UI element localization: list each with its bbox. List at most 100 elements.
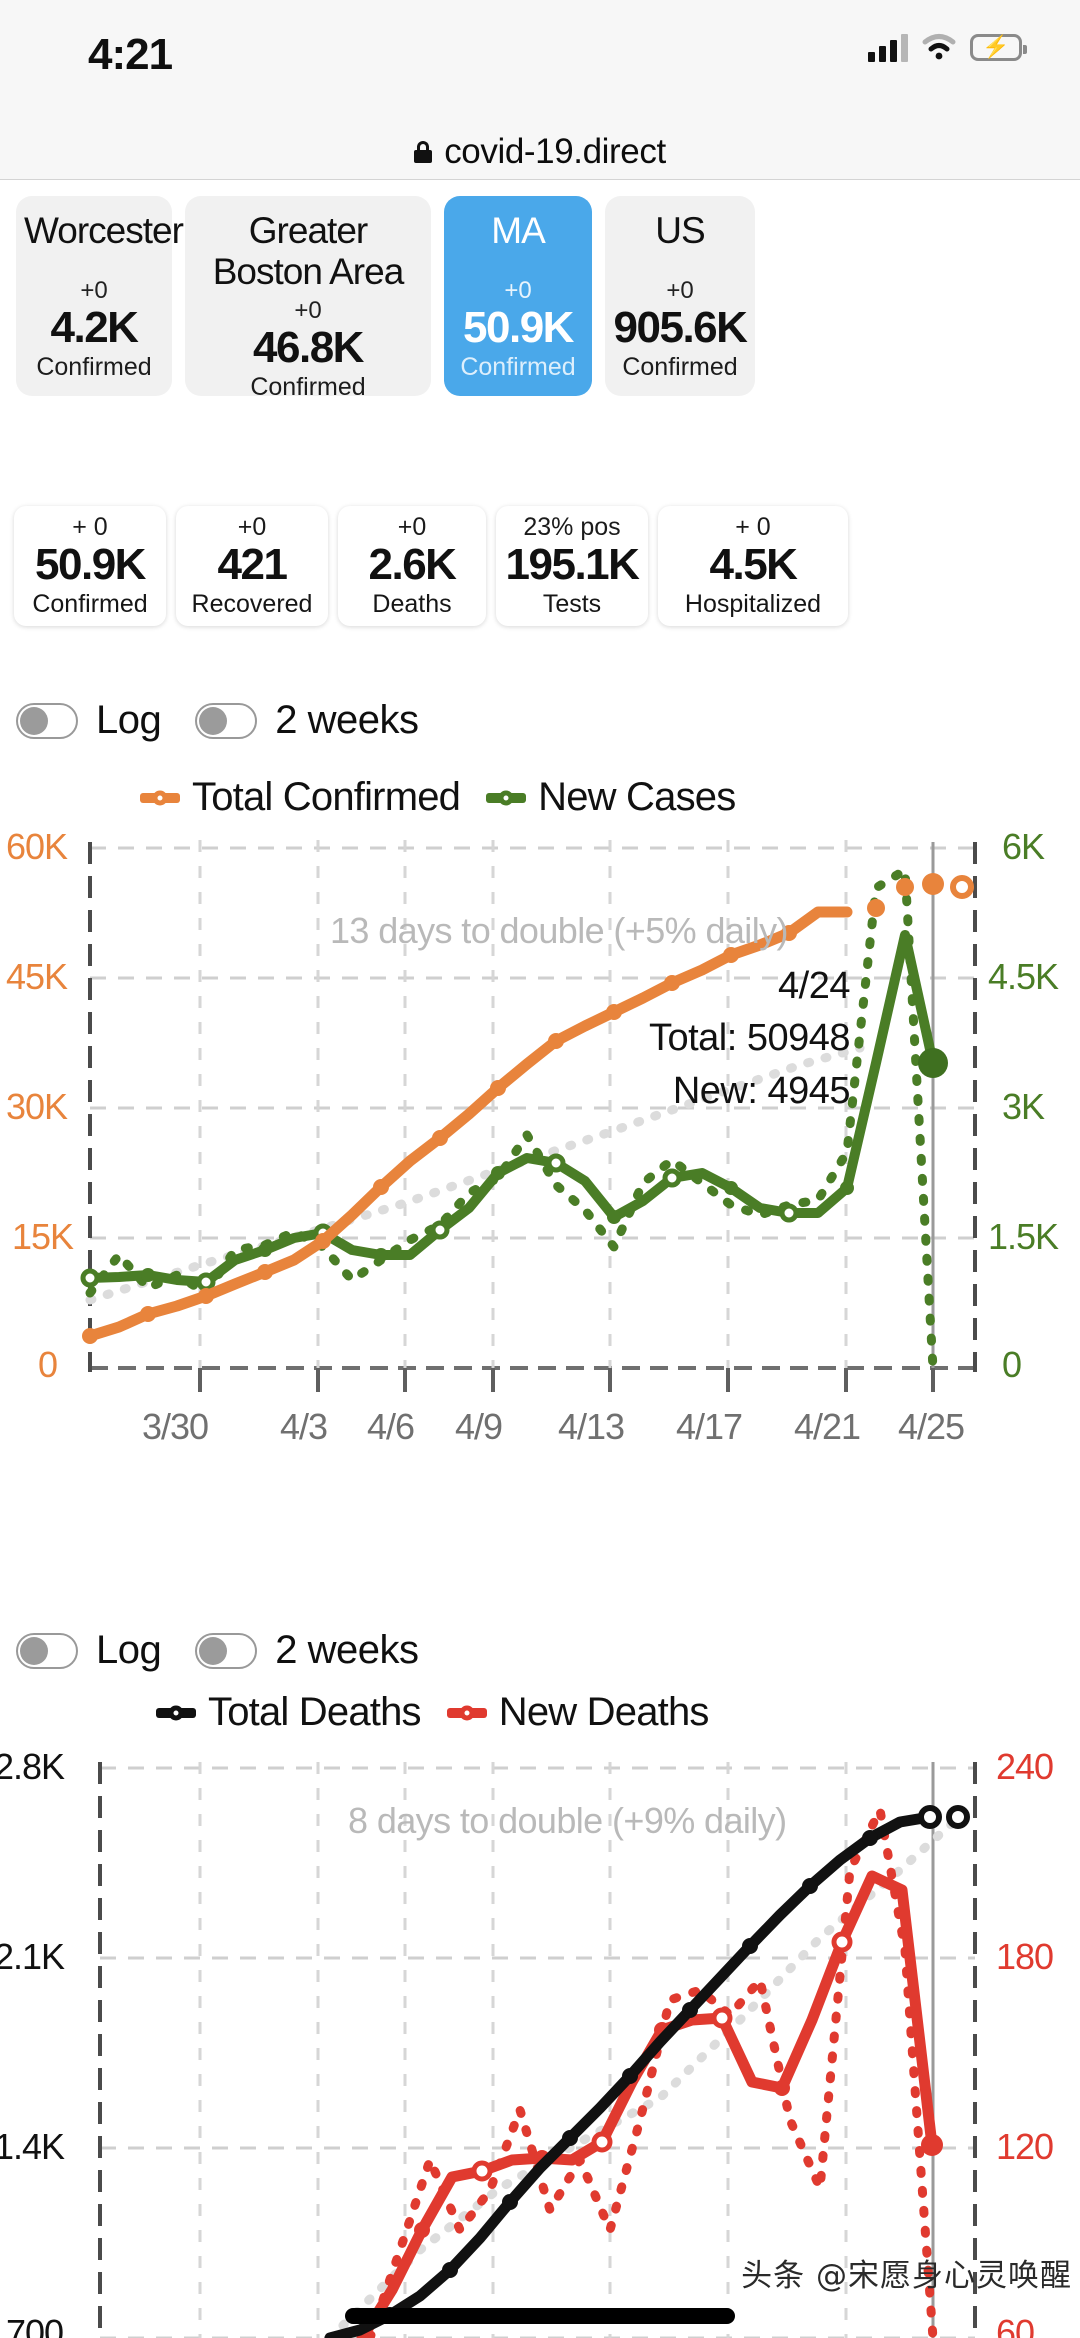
legend-marker-total-confirmed	[140, 790, 180, 805]
stat-card-recovered[interactable]: +0 421 Recovered	[176, 506, 328, 626]
app-root: 4:21 ⚡ covid-19.direct Worcester +0 4.2K…	[0, 0, 1080, 2338]
location-delta: +0	[80, 276, 108, 304]
legend-item-total-deaths: Total Deaths	[156, 1690, 422, 1735]
location-selector: Worcester +0 4.2K Confirmed Greater Bost…	[16, 196, 755, 401]
cases-y-left-tick-45k: 45K	[6, 956, 68, 997]
browser-url-bar[interactable]: covid-19.direct	[0, 125, 1080, 180]
location-name: MA	[491, 210, 546, 251]
location-delta: +0	[504, 276, 532, 304]
location-delta: +0	[666, 276, 694, 304]
cases-tooltip-new: New: 4945	[672, 1069, 851, 1112]
location-value: 50.9K	[463, 302, 574, 352]
cellular-bars-icon	[868, 32, 908, 62]
deaths-log-toggle-group: Log	[16, 1628, 162, 1673]
stat-value: 195.1K	[505, 540, 640, 590]
stat-value: 2.6K	[368, 540, 457, 590]
cases-x-tick-6: 4/21	[794, 1406, 861, 1447]
location-name: Worcester	[24, 210, 184, 251]
location-label: Confirmed	[622, 353, 738, 381]
status-bar-indicators: ⚡	[868, 32, 1027, 62]
deaths-log-toggle[interactable]	[16, 1632, 78, 1669]
cases-x-tick-7: 4/25	[898, 1406, 965, 1447]
cases-tooltip-total: Total: 50948	[648, 1017, 851, 1060]
stat-card-confirmed[interactable]: + 0 50.9K Confirmed	[14, 506, 166, 626]
lock-icon	[414, 141, 433, 163]
legend-label-new-cases: New Cases	[538, 775, 736, 819]
deaths-log-label: Log	[96, 1628, 162, 1672]
stat-card-tests[interactable]: 23% pos 195.1K Tests	[496, 506, 648, 626]
cases-y-right-tick-4.5k: 4.5K	[988, 956, 1059, 997]
cases-chart-legend: Total Confirmed New Cases	[140, 775, 736, 820]
url-text: covid-19.direct	[444, 132, 666, 171]
location-label: Confirmed	[460, 353, 576, 381]
cases-y-right-tick-1.5k: 1.5K	[988, 1216, 1059, 1257]
watermark: 头条 @宋愿身心灵唤醒	[741, 2258, 1072, 2294]
deaths-y-left-tick-2.1k: 2.1K	[0, 1936, 65, 1977]
cases-chart[interactable]: Total Confirmed New Cases 60K 45K 30K 15…	[0, 760, 1080, 1550]
cases-x-tick-2: 4/6	[367, 1406, 415, 1447]
legend-item-new-deaths: New Deaths	[446, 1690, 709, 1735]
location-card-worcester[interactable]: Worcester +0 4.2K Confirmed	[16, 196, 184, 396]
stat-value: 4.5K	[709, 540, 798, 590]
legend-marker-new-cases	[486, 790, 527, 805]
cases-x-tick-4: 4/13	[558, 1406, 625, 1447]
deaths-y-right-tick-180: 180	[996, 1936, 1054, 1977]
stat-label: Recovered	[191, 589, 313, 618]
stat-card-deaths[interactable]: +0 2.6K Deaths	[338, 506, 486, 626]
legend-item-new-cases: New Cases	[486, 775, 736, 820]
location-card-us[interactable]: US +0 905.6K Confirmed	[605, 196, 755, 396]
stat-card-hospitalized[interactable]: + 0 4.5K Hospitalized	[658, 506, 848, 626]
deaths-y-left-tick-2.8k: 2.8K	[0, 1746, 65, 1787]
cases-y-right-tick-0: 0	[1002, 1344, 1022, 1385]
cases-y-left-tick-15k: 15K	[12, 1216, 74, 1257]
deaths-range-toggle-group: 2 weeks	[195, 1628, 419, 1673]
stat-label: Hospitalized	[684, 589, 822, 618]
deaths-y-right-tick-120: 120	[996, 2126, 1054, 2167]
deaths-range-label: 2 weeks	[275, 1628, 419, 1672]
stats-row: + 0 50.9K Confirmed +0 421 Recovered +0 …	[14, 506, 848, 626]
legend-item-total-confirmed: Total Confirmed	[140, 775, 461, 820]
home-indicator	[345, 2308, 735, 2324]
stat-label: Deaths	[372, 589, 452, 618]
location-name: US	[655, 210, 705, 251]
cases-range-toggle[interactable]	[195, 702, 258, 739]
cases-cursor-marker	[918, 1048, 948, 1078]
location-label: Confirmed	[36, 353, 152, 381]
legend-marker-total-deaths	[156, 1705, 196, 1720]
legend-label-total-deaths: Total Deaths	[208, 1690, 422, 1734]
cases-range-toggle-group: 2 weeks	[195, 698, 419, 743]
legend-marker-new-deaths	[446, 1705, 487, 1720]
cases-range-label: 2 weeks	[275, 698, 419, 742]
cases-x-tick-1: 4/3	[280, 1406, 328, 1447]
deaths-chart-controls: Log 2 weeks	[16, 1628, 419, 1673]
cases-y-right-tick-6k: 6K	[1002, 826, 1045, 867]
stat-delta: 23% pos	[523, 512, 621, 541]
location-value: 4.2K	[50, 302, 139, 352]
stat-value: 421	[217, 540, 288, 590]
cases-tooltip: 4/24 Total: 50948 New: 4945	[430, 960, 851, 1117]
stat-delta: +0	[237, 512, 267, 541]
deaths-y-right-tick-240: 240	[996, 1746, 1054, 1787]
location-name: Greater Boston Area	[212, 210, 405, 293]
cases-log-toggle-group: Log	[16, 698, 162, 743]
status-bar-time: 4:21	[88, 30, 173, 79]
cases-log-toggle[interactable]	[16, 702, 78, 739]
cases-chart-controls: Log 2 weeks	[16, 698, 419, 743]
deaths-y-left-tick-1.4k: 1.4K	[0, 2126, 65, 2167]
cases-x-tick-3: 4/9	[455, 1406, 503, 1447]
stat-label: Confirmed	[32, 589, 148, 618]
location-card-ma[interactable]: MA +0 50.9K Confirmed	[444, 196, 592, 396]
deaths-doubling-annotation: 8 days to double (+9% daily)	[348, 1800, 787, 1841]
cases-doubling-annotation: 13 days to double (+5% daily)	[330, 910, 789, 951]
stat-delta: + 0	[72, 512, 108, 541]
deaths-y-right-tick-60: 60	[996, 2312, 1035, 2338]
deaths-chart[interactable]: Total Deaths New Deaths 2.8K 2.1K 1.4K 7…	[0, 1690, 1080, 2338]
stat-delta: +0	[397, 512, 427, 541]
wifi-icon	[922, 33, 956, 61]
cases-x-tick-5: 4/17	[676, 1406, 743, 1447]
legend-label-total-confirmed: Total Confirmed	[192, 775, 461, 819]
cases-y-left-tick-60k: 60K	[6, 826, 68, 867]
battery-charging-icon: ⚡	[970, 33, 1027, 61]
deaths-range-toggle[interactable]	[195, 1632, 258, 1669]
location-card-greater-boston-area[interactable]: Greater Boston Area +0 46.8K Confirmed	[185, 196, 431, 401]
